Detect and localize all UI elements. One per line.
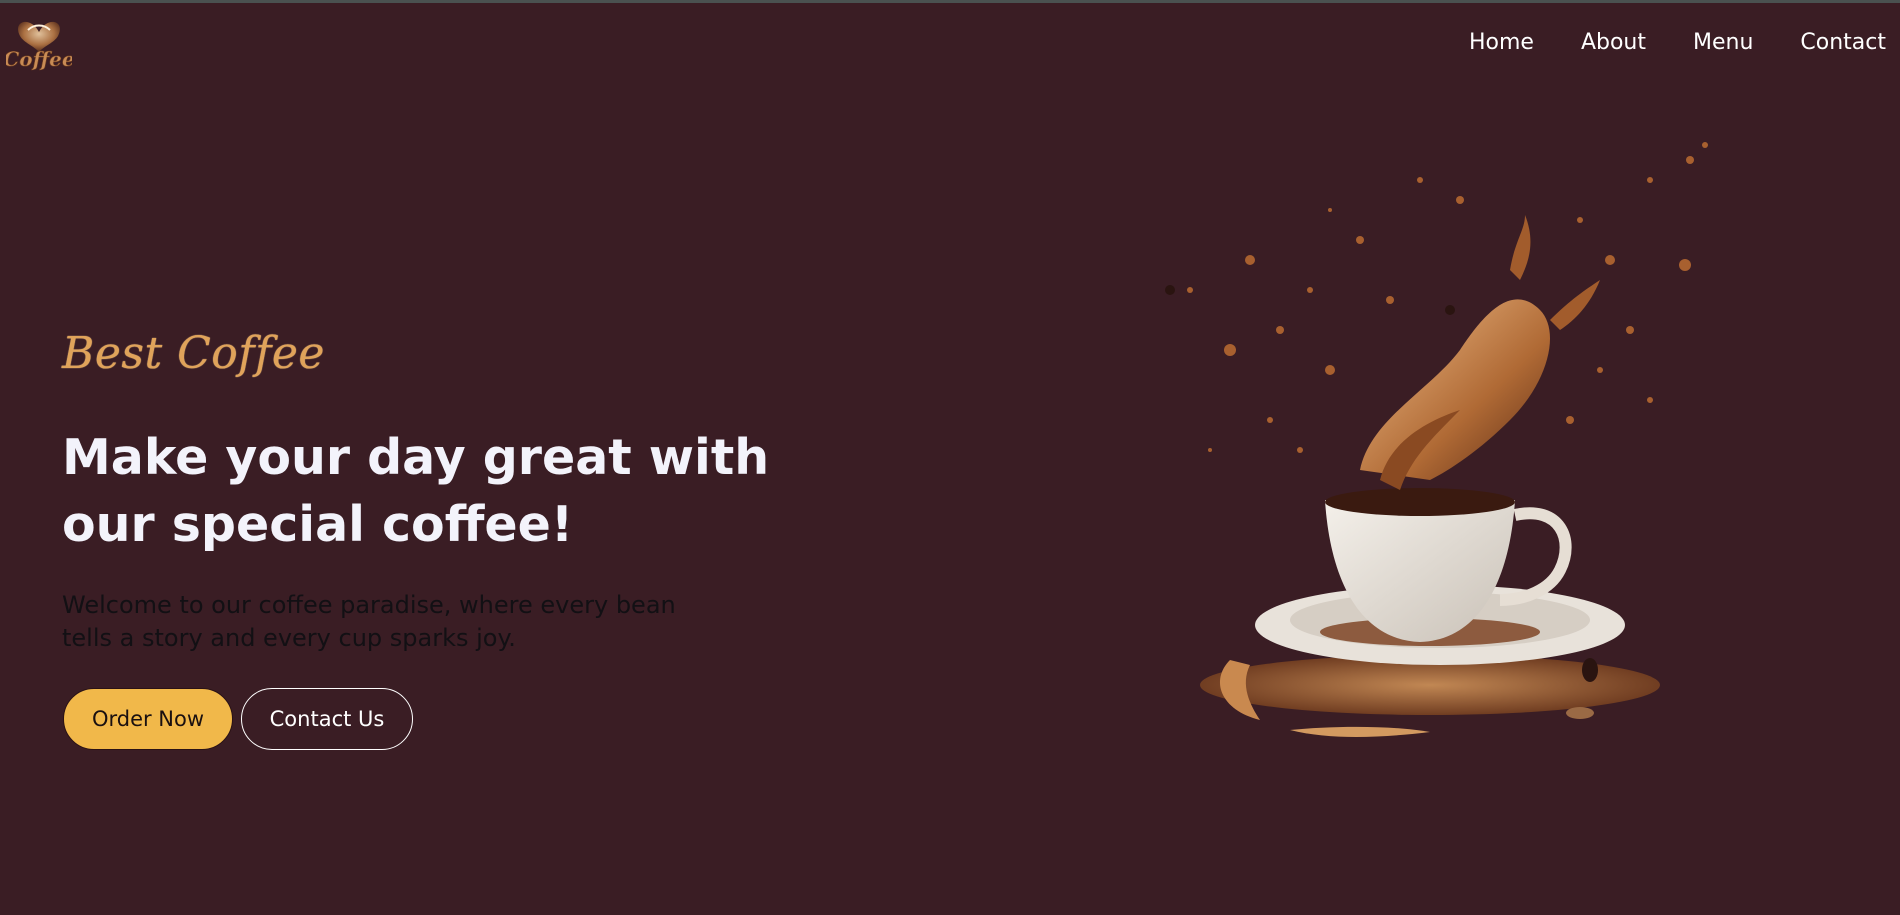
main-nav: Home About Menu Contact	[1469, 30, 1886, 55]
nav-about[interactable]: About	[1581, 30, 1646, 55]
window-top-border	[0, 0, 1900, 3]
brand-logo[interactable]: Coffee	[3, 10, 75, 76]
nav-menu[interactable]: Menu	[1693, 30, 1753, 55]
nav-contact[interactable]: Contact	[1800, 30, 1886, 55]
hero-description: Welcome to our coffee paradise, where ev…	[62, 591, 676, 652]
coffee-cup-splash-image	[1130, 120, 1750, 760]
coffee-cup-splash-icon	[1165, 142, 1708, 737]
logo-text: Coffee	[6, 47, 72, 71]
nav-home[interactable]: Home	[1469, 30, 1534, 55]
hero-headline: Make your day great with our special cof…	[62, 429, 770, 553]
coffee-heart-logo-icon: Coffee	[3, 21, 75, 71]
contact-us-button[interactable]: Contact Us	[241, 688, 413, 750]
order-now-button[interactable]: Order Now	[63, 688, 233, 750]
hero-tagline: Best Coffee	[62, 328, 325, 379]
